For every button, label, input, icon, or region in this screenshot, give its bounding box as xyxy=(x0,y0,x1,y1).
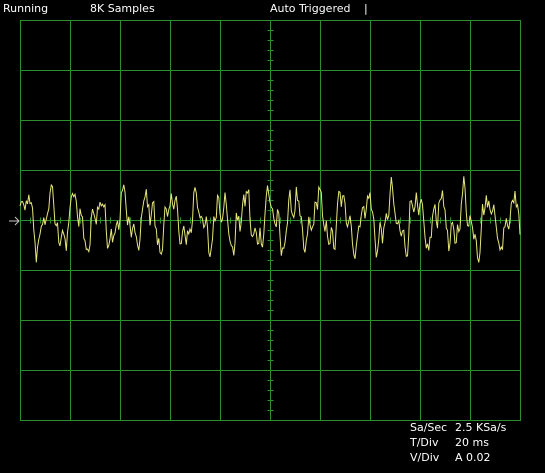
time-div-value: 20 ms xyxy=(455,436,489,449)
sample-rate-readout: Sa/Sec 2.5 KSa/s xyxy=(410,422,506,434)
volt-div-readout: V/Div A 0.02 xyxy=(410,452,491,464)
volt-div-label: V/Div xyxy=(410,451,440,464)
sample-rate-value: 2.5 KSa/s xyxy=(455,421,507,434)
sample-rate-label: Sa/Sec xyxy=(410,421,448,434)
arrow-right-icon xyxy=(9,216,20,226)
volt-div-value: A 0.02 xyxy=(455,451,491,464)
time-div-readout: T/Div 20 ms xyxy=(410,437,489,449)
oscilloscope-display xyxy=(9,20,521,421)
time-div-label: T/Div xyxy=(410,436,439,449)
